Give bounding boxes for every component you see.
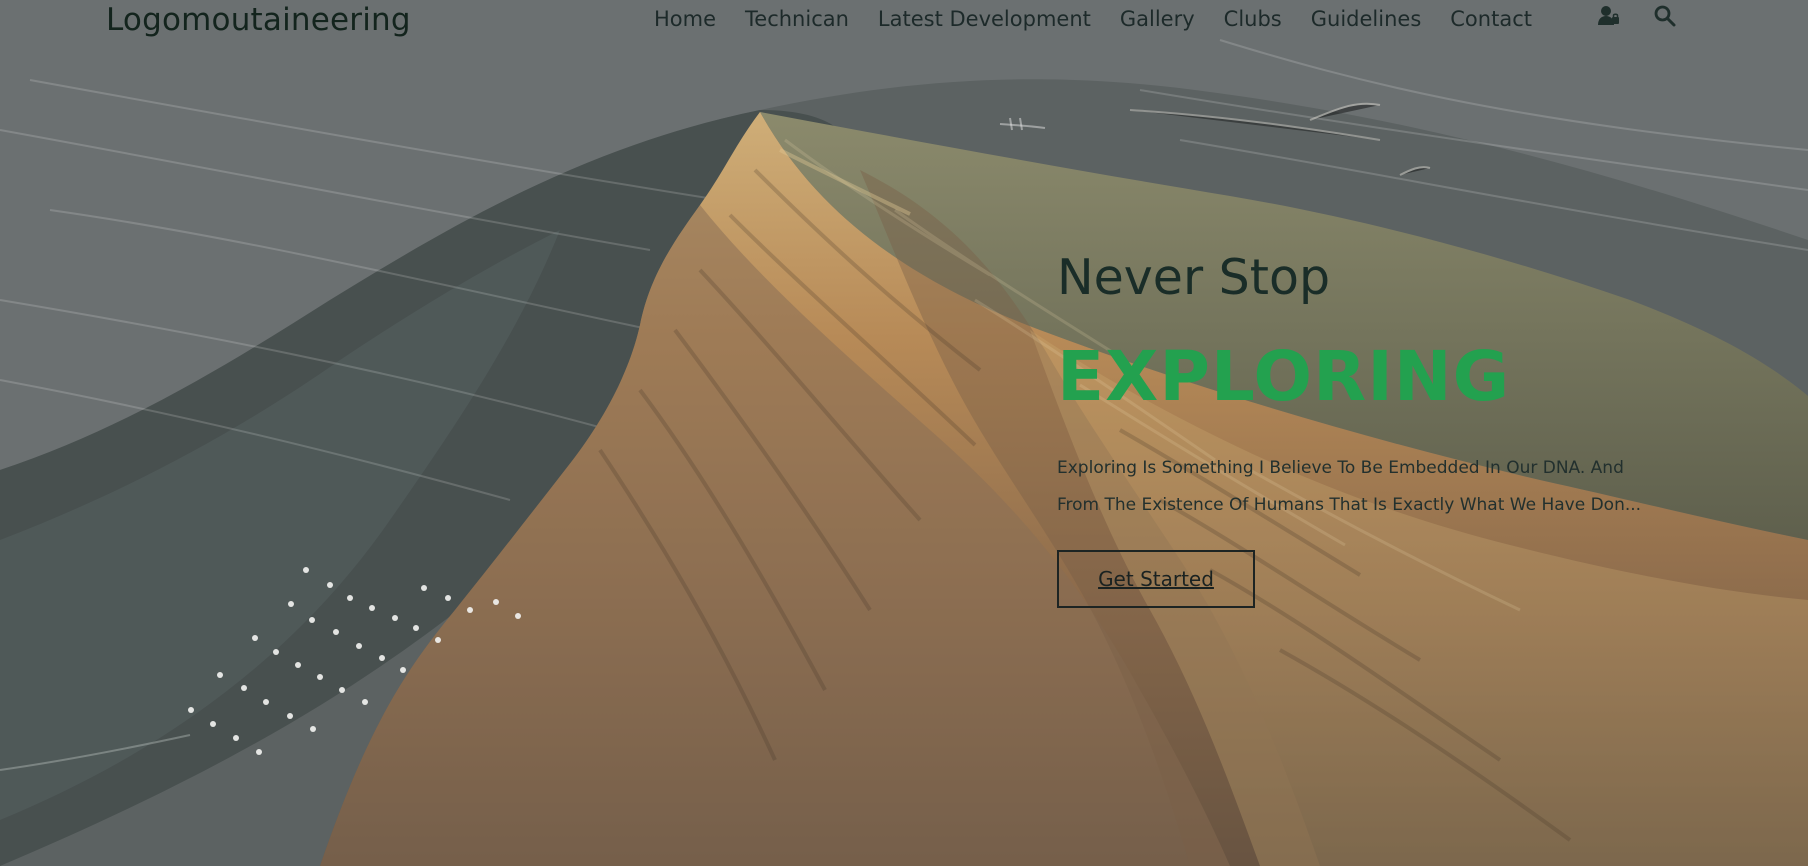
hero-description: Exploring Is Something I Believe To Be E…: [1057, 450, 1677, 524]
nav-clubs-link[interactable]: Clubs: [1224, 7, 1282, 31]
nav-gallery-link[interactable]: Gallery: [1120, 7, 1195, 31]
top-navigation: Logomoutaineering Home Technican Latest …: [0, 0, 1808, 40]
hero-title: EXPLORING: [1057, 337, 1511, 417]
nav-home-link[interactable]: Home: [654, 7, 716, 31]
nav-guidelines-link[interactable]: Guidelines: [1311, 7, 1422, 31]
mountain-background-illustration: [0, 0, 1808, 866]
get-started-button[interactable]: Get Started: [1057, 550, 1255, 608]
nav-latest-development-link[interactable]: Latest Development: [878, 7, 1091, 31]
main-nav: Home Technican Latest Development Galler…: [654, 7, 1532, 31]
search-icon[interactable]: [1651, 2, 1679, 30]
nav-contact-link[interactable]: Contact: [1450, 7, 1532, 31]
site-logo[interactable]: Logomoutaineering: [106, 2, 411, 38]
user-lock-icon-svg: [1598, 6, 1619, 25]
hero-subtitle: Never Stop: [1057, 249, 1331, 306]
search-icon-svg: [1654, 5, 1676, 27]
nav-technican-link[interactable]: Technican: [745, 7, 849, 31]
hero-section: Logomoutaineering Home Technican Latest …: [0, 0, 1808, 866]
hero-description-line-2: From The Existence Of Humans That Is Exa…: [1057, 495, 1642, 515]
hero-description-line-1: Exploring Is Something I Believe To Be E…: [1057, 458, 1624, 478]
user-lock-icon[interactable]: [1595, 2, 1623, 30]
